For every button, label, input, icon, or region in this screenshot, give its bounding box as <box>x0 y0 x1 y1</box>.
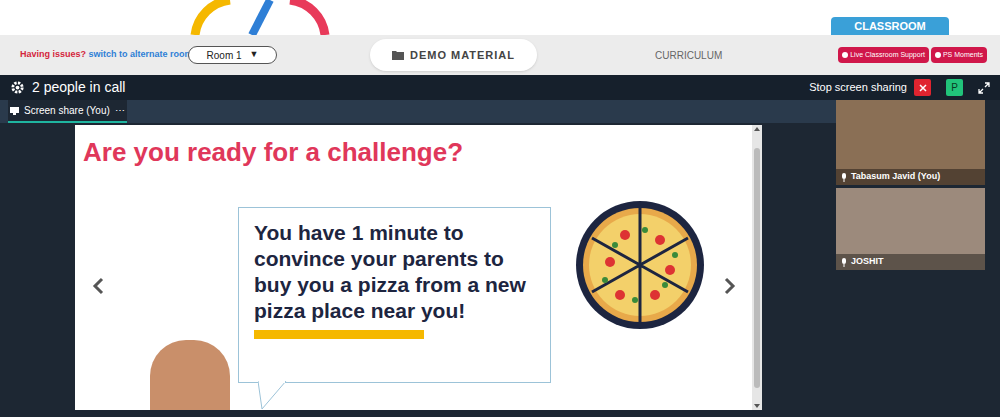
stop-sharing-button[interactable] <box>914 79 931 96</box>
screen-icon <box>10 107 19 115</box>
live-support-button[interactable]: Live Classroom Support <box>838 47 929 63</box>
curriculum-tab[interactable]: CURRICULUM <box>655 48 722 63</box>
boy-photo <box>150 340 230 410</box>
expand-icon[interactable] <box>978 82 990 94</box>
folder-icon <box>392 50 404 60</box>
participant-column: Tabasum Javid (You) JOSHIT <box>836 100 1000 392</box>
mic-icon <box>841 258 847 267</box>
scrollbar[interactable] <box>752 125 762 410</box>
room-select[interactable]: Room 1 ▼ <box>188 46 277 64</box>
next-arrow-icon[interactable] <box>723 277 737 295</box>
stop-sharing-label[interactable]: Stop screen sharing <box>809 79 907 96</box>
slide-title: Are you ready for a challenge? <box>75 125 752 167</box>
slide: Are you ready for a challenge? You have … <box>75 125 752 410</box>
yellow-bar <box>254 330 424 339</box>
close-circle-icon <box>935 52 941 58</box>
pizza-icon <box>575 200 705 330</box>
participant-tile[interactable]: Tabasum Javid (You) <box>836 100 985 185</box>
logo-icon <box>190 0 330 35</box>
classroom-tab[interactable]: CLASSROOM <box>854 18 926 35</box>
gear-icon[interactable] <box>10 80 25 95</box>
people-count: 2 people in call <box>32 77 125 98</box>
prev-arrow-icon[interactable] <box>91 277 105 295</box>
mic-icon <box>841 173 847 182</box>
screen-share-tab[interactable]: Screen share (You) ⋯ <box>8 100 127 123</box>
prompt-box: You have 1 minute to convince your paren… <box>238 207 551 383</box>
issue-label: Having issues? <box>20 49 86 59</box>
tab-bar: Screen share (You) ⋯ <box>0 100 836 123</box>
close-icon <box>919 84 927 92</box>
ps-moments-button[interactable]: PS Moments <box>931 47 987 63</box>
participant-tile[interactable]: JOSHIT <box>836 188 985 270</box>
header: CLASSROOM Having issues? switch to alter… <box>0 0 1000 75</box>
call-bar: 2 people in call Stop screen sharing P <box>0 75 1000 100</box>
tab-menu[interactable]: ⋯ <box>115 103 125 118</box>
user-avatar[interactable]: P <box>946 79 963 96</box>
switch-room-link[interactable]: switch to alternate room <box>89 49 193 59</box>
close-circle-icon <box>842 52 848 58</box>
demo-material-tab[interactable]: DEMO MATERIAL <box>370 39 537 71</box>
box-tail-icon <box>258 381 288 410</box>
